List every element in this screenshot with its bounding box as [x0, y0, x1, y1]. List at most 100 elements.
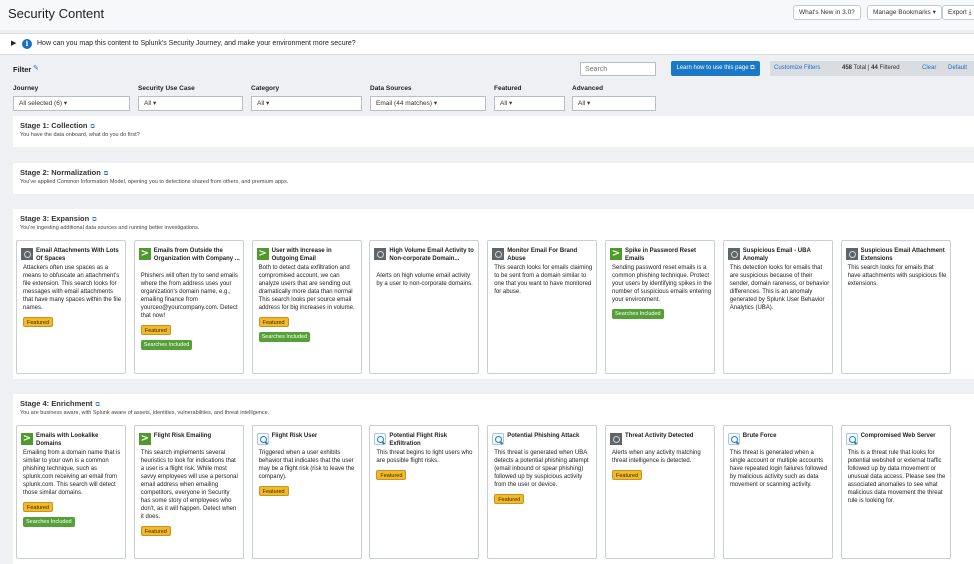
- journey-filter-select[interactable]: All selected (6) ▾: [13, 96, 130, 111]
- content-card[interactable]: Flight Risk User Triggered when a user ex…: [251, 425, 362, 559]
- terminal-icon: >: [256, 248, 269, 260]
- featured-badge: Featured: [258, 317, 289, 327]
- category-filter-select[interactable]: All ▾: [251, 96, 362, 111]
- content-card[interactable]: Monitor Email For Brand Abuse This search…: [487, 240, 598, 374]
- featured-badge: Featured: [612, 470, 643, 480]
- featured-badge: Featured: [376, 470, 407, 480]
- card-title[interactable]: Flight Risk User: [272, 433, 360, 441]
- use-case-filter-label: Security Use Case: [138, 85, 195, 92]
- advanced-filter-select[interactable]: All ▾: [572, 96, 656, 111]
- magnifier-icon: [845, 433, 858, 445]
- journey-banner-text: How can you map this content to Splunk's…: [37, 40, 356, 47]
- card-description: Both to detect data exfiltration and com…: [258, 265, 355, 311]
- content-card[interactable]: Brute Force This threat is generated when…: [722, 425, 833, 559]
- manage-bookmarks-button[interactable]: Manage Bookmarks ▾: [867, 5, 942, 20]
- stage-description: You've applied Common Information Model,…: [20, 179, 289, 185]
- whats-new-button[interactable]: What's New in 3.0?: [793, 5, 861, 20]
- searches-included-badge: Searches Included: [140, 340, 193, 350]
- terminal-icon: >: [610, 248, 622, 260]
- data-sources-filter-value: Email (44 matches): [376, 100, 432, 107]
- card-title[interactable]: Flight Risk Emailing: [154, 433, 242, 441]
- magnifier-icon: [727, 433, 740, 445]
- card-description: This is a threat rule that looks for pot…: [847, 450, 946, 504]
- manage-bookmarks-label: Manage Bookmarks: [873, 9, 931, 16]
- card-title[interactable]: Suspicious Email Attachment Extensions: [861, 248, 949, 263]
- learn-how-button[interactable]: Learn how to use this page ⧉: [671, 61, 760, 76]
- customize-filters-link[interactable]: Customize Filters: [774, 65, 820, 71]
- content-card[interactable]: > Spike in Password Reset Emails Sending p…: [605, 240, 715, 374]
- total-count: 458: [842, 65, 853, 71]
- search-input[interactable]: [580, 62, 656, 76]
- card-title[interactable]: Spike in Password Reset Emails: [625, 248, 713, 263]
- external-link-icon[interactable]: ⧉: [96, 402, 100, 408]
- card-description: Phishers will often try to send emails w…: [140, 273, 238, 319]
- card-title[interactable]: Suspicious Email - UBA Anomaly: [743, 248, 831, 263]
- content-card[interactable]: Threat Activity Detected Alerts when any …: [605, 425, 715, 559]
- card-title[interactable]: Compromised Web Server: [861, 433, 949, 441]
- app-icon: [492, 248, 505, 260]
- stage-description: You're ingesting additional data sources…: [20, 225, 200, 231]
- external-link-icon: ⧉: [750, 65, 755, 71]
- external-link-icon[interactable]: ⧉: [104, 171, 108, 177]
- app-icon: [21, 248, 33, 260]
- content-card[interactable]: Potential Phishing Attack This threat is …: [487, 425, 598, 559]
- content-card[interactable]: Potential Flight Risk Exfiltration This t…: [369, 425, 480, 559]
- content-card[interactable]: > Emails from Outside the Organization wi…: [133, 240, 244, 374]
- chevron-down-icon: ▾: [266, 100, 270, 107]
- card-description: Sending password reset emails is a commo…: [612, 265, 712, 303]
- content-card[interactable]: Email Attachments With Lots Of Spaces Att…: [16, 240, 126, 374]
- journey-filter-value: All selected (6): [19, 100, 62, 107]
- terminal-icon: >: [21, 433, 33, 445]
- card-description: Alerts when any activity matching threat…: [612, 450, 701, 464]
- card-title[interactable]: Brute Force: [743, 433, 831, 441]
- content-card[interactable]: > Flight Risk Emailing This search impleme…: [133, 425, 244, 559]
- learn-how-label: Learn how to use this page: [676, 65, 749, 71]
- data-sources-filter-label: Data Sources: [370, 85, 412, 92]
- card-title[interactable]: Emails from Outside the Organization wit…: [154, 248, 242, 263]
- app-icon: [727, 248, 740, 260]
- clear-link[interactable]: Clear: [922, 65, 936, 71]
- searches-included-badge: Searches Included: [258, 332, 311, 342]
- featured-badge: Featured: [23, 317, 54, 327]
- data-sources-filter-select[interactable]: Email (44 matches) ▾: [370, 96, 486, 111]
- stage-title: Stage 2: Normalization ⧉: [20, 168, 108, 178]
- export-label: Export: [948, 9, 967, 16]
- content-card[interactable]: Suspicious Email - UBA Anomaly This detec…: [722, 240, 833, 374]
- content-card[interactable]: Compromised Web Server This is a threat r…: [840, 425, 951, 559]
- card-title[interactable]: High Volume Email Activity to Non-corpor…: [389, 248, 477, 263]
- export-button[interactable]: Export ⤓: [942, 5, 974, 20]
- stage-title-text: Stage 2: Normalization: [20, 168, 101, 177]
- card-title[interactable]: Monitor Email For Brand Abuse: [507, 248, 595, 263]
- expand-caret-icon[interactable]: ▶: [11, 39, 16, 47]
- card-description: This search looks for emails that have a…: [847, 265, 947, 287]
- filter-label: Filter: [13, 65, 32, 74]
- featured-filter-select[interactable]: All ▾: [494, 96, 565, 111]
- default-link[interactable]: Default: [948, 65, 967, 71]
- journey-banner[interactable]: ▶ i How can you map this content to Splu…: [0, 33, 974, 55]
- card-description: Attackers often use spaces as a means to…: [23, 265, 122, 311]
- content-card[interactable]: > User with Increase in Outgoing Email Bot…: [251, 240, 362, 374]
- advanced-filter-label: Advanced: [572, 85, 604, 92]
- featured-badge: Featured: [23, 502, 54, 512]
- use-case-filter-select[interactable]: All ▾: [138, 96, 243, 111]
- stage-description: You have the data onboard, what do you d…: [20, 132, 140, 138]
- content-card[interactable]: High Volume Email Activity to Non-corpor…: [369, 240, 480, 374]
- card-description: This detection looks for emails that are…: [729, 265, 830, 311]
- terminal-icon: >: [138, 433, 151, 445]
- chevron-down-icon: ▾: [63, 100, 68, 107]
- card-title[interactable]: Potential Phishing Attack: [507, 433, 595, 441]
- card-title[interactable]: Potential Flight Risk Exfiltration: [389, 433, 477, 448]
- pencil-icon[interactable]: ✎: [33, 64, 39, 72]
- external-link-icon[interactable]: ⧉: [91, 124, 95, 130]
- content-card[interactable]: > Emails with Lookalike Domains Emailing f…: [16, 425, 126, 559]
- card-title[interactable]: Email Attachments With Lots Of Spaces: [36, 248, 124, 263]
- stage-title: Stage 3: Expansion ⧉: [20, 214, 96, 224]
- content-card[interactable]: Suspicious Email Attachment Extensions Th…: [840, 240, 951, 374]
- card-title[interactable]: User with Increase in Outgoing Email: [272, 248, 360, 263]
- card-description: Alerts on high volume email activity by …: [376, 273, 473, 287]
- card-title[interactable]: Threat Activity Detected: [625, 433, 713, 441]
- stage-normalization: Stage 2: Normalization ⧉ You've applied C…: [13, 163, 974, 194]
- card-description: This threat begins to light users who ar…: [376, 450, 473, 464]
- card-title[interactable]: Emails with Lookalike Domains: [36, 433, 124, 448]
- external-link-icon[interactable]: ⧉: [92, 217, 96, 223]
